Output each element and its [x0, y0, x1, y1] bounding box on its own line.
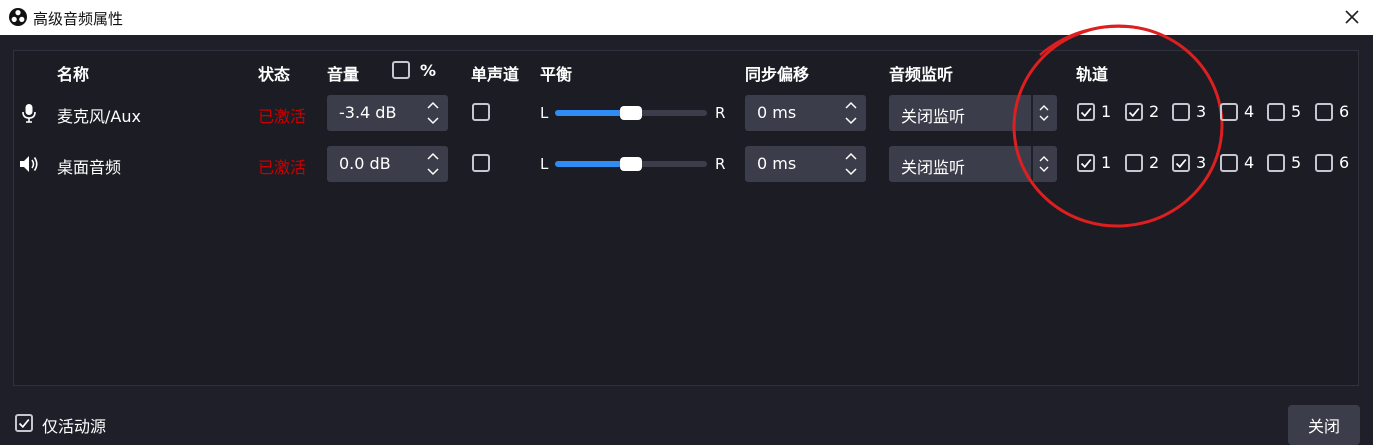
- checkmark-icon: [1175, 158, 1187, 169]
- obs-logo-icon: [9, 8, 27, 26]
- header-balance: 平衡: [540, 65, 573, 84]
- audio-sources-panel: [13, 50, 1359, 386]
- window-title: 高级音频属性: [33, 10, 124, 28]
- balance-right-label: R: [715, 155, 726, 173]
- mono-checkbox[interactable]: [472, 103, 490, 121]
- checkmark-icon: [1080, 158, 1092, 169]
- checkmark-icon: [1128, 107, 1140, 118]
- balance-handle[interactable]: [620, 106, 642, 120]
- track-2-checkbox[interactable]: [1125, 154, 1143, 172]
- speaker-icon: [20, 156, 38, 172]
- monitoring-dropdown[interactable]: 关闭监听: [889, 95, 1057, 131]
- status-badge: 已激活: [258, 107, 307, 126]
- source-name: 麦克风/Aux: [57, 107, 141, 126]
- header-sync-offset: 同步偏移: [745, 65, 810, 84]
- track-4-label: 4: [1244, 102, 1255, 121]
- status-badge: 已激活: [258, 158, 307, 177]
- track-5-label: 5: [1291, 102, 1302, 121]
- spin-arrows-icon[interactable]: [426, 151, 440, 177]
- header-monitoring: 音频监听: [889, 65, 954, 84]
- microphone-icon: [22, 104, 36, 123]
- header-mono: 单声道: [471, 65, 520, 84]
- track-1-checkbox[interactable]: [1077, 154, 1095, 172]
- track-1-label: 1: [1101, 102, 1112, 121]
- balance-left-label: L: [540, 155, 549, 173]
- percent-checkbox[interactable]: [392, 61, 410, 79]
- track-6-checkbox[interactable]: [1315, 154, 1333, 172]
- track-3-label: 3: [1196, 102, 1207, 121]
- spin-arrows-icon[interactable]: [844, 151, 858, 177]
- track-5-checkbox[interactable]: [1267, 154, 1285, 172]
- header-name: 名称: [57, 65, 90, 84]
- header-status: 状态: [258, 65, 291, 84]
- monitoring-dropdown[interactable]: 关闭监听: [889, 146, 1057, 182]
- track-6-label: 6: [1339, 102, 1350, 121]
- close-button[interactable]: 关闭: [1288, 405, 1360, 445]
- sync-offset-spinbox[interactable]: 0 ms: [745, 95, 866, 131]
- chevron-updown-icon: [1039, 105, 1049, 121]
- track-4-checkbox[interactable]: [1220, 103, 1238, 121]
- balance-handle[interactable]: [620, 157, 642, 171]
- balance-right-label: R: [715, 104, 726, 122]
- track-3-label: 3: [1196, 153, 1207, 172]
- active-only-label: 仅活动源: [42, 417, 107, 436]
- chevron-updown-icon: [1039, 156, 1049, 172]
- source-name: 桌面音频: [57, 158, 122, 177]
- sync-offset-spinbox[interactable]: 0 ms: [745, 146, 866, 182]
- balance-slider[interactable]: [555, 106, 707, 120]
- track-4-checkbox[interactable]: [1220, 154, 1238, 172]
- track-3-checkbox[interactable]: [1172, 103, 1190, 121]
- mono-checkbox[interactable]: [472, 154, 490, 172]
- track-2-label: 2: [1149, 102, 1160, 121]
- active-only-checkbox[interactable]: [15, 414, 33, 432]
- checkmark-icon: [1080, 107, 1092, 118]
- track-5-label: 5: [1291, 153, 1302, 172]
- track-6-label: 6: [1339, 153, 1350, 172]
- spin-arrows-icon[interactable]: [844, 100, 858, 126]
- track-4-label: 4: [1244, 153, 1255, 172]
- header-percent: %: [420, 61, 437, 80]
- volume-spinbox[interactable]: 0.0 dB: [327, 146, 448, 182]
- track-2-label: 2: [1149, 153, 1160, 172]
- track-5-checkbox[interactable]: [1267, 103, 1285, 121]
- close-icon[interactable]: [1341, 6, 1363, 28]
- track-6-checkbox[interactable]: [1315, 103, 1333, 121]
- header-volume: 音量: [327, 65, 360, 84]
- balance-left-label: L: [540, 104, 549, 122]
- track-1-label: 1: [1101, 153, 1112, 172]
- track-2-checkbox[interactable]: [1125, 103, 1143, 121]
- track-1-checkbox[interactable]: [1077, 103, 1095, 121]
- checkmark-icon: [18, 418, 30, 429]
- header-tracks: 轨道: [1076, 65, 1109, 84]
- spin-arrows-icon[interactable]: [426, 100, 440, 126]
- title-bar: 高级音频属性: [0, 0, 1373, 35]
- volume-spinbox[interactable]: -3.4 dB: [327, 95, 448, 131]
- track-3-checkbox[interactable]: [1172, 154, 1190, 172]
- balance-slider[interactable]: [555, 157, 707, 171]
